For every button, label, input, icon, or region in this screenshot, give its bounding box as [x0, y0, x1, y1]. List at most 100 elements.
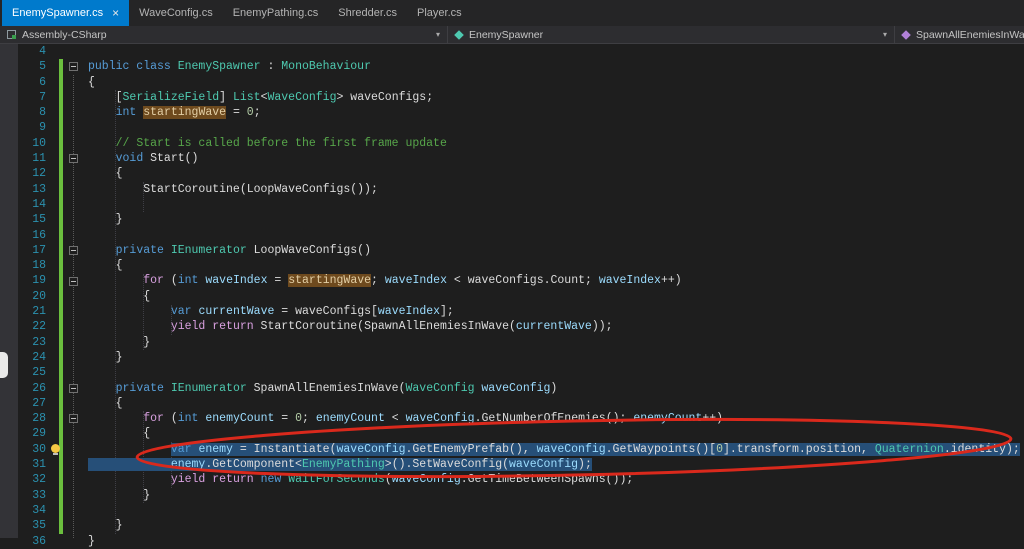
line-number: 19 — [32, 274, 46, 288]
line-number: 8 — [39, 106, 46, 120]
tab-label: Shredder.cs — [338, 7, 397, 19]
line-number: 31 — [32, 458, 46, 472]
tab-player-cs[interactable]: Player.cs — [407, 0, 472, 26]
fold-column — [66, 289, 81, 304]
code-token: EnemyPathing — [301, 458, 385, 472]
fold-column — [66, 304, 81, 319]
line-number: 7 — [39, 90, 46, 104]
code-token: 0 — [295, 412, 303, 426]
fold-column — [66, 411, 81, 426]
change-bar — [59, 196, 63, 213]
line-number: 16 — [32, 228, 46, 242]
change-bar — [59, 120, 63, 136]
code-token: Quaternion — [874, 442, 944, 456]
code-text: for (int enemyCount = 0; enemyCount < wa… — [88, 411, 723, 426]
change-bar — [59, 166, 63, 182]
type-dropdown[interactable]: EnemySpawner ▾ — [448, 26, 895, 43]
tab-label: Player.cs — [417, 7, 462, 19]
project-icon — [7, 30, 16, 39]
tab-strip: EnemySpawner.cs × WaveConfig.cs EnemyPathin… — [2, 0, 472, 26]
tab-enemypathing-cs[interactable]: EnemyPathing.cs — [223, 0, 329, 26]
tab-shredder-cs[interactable]: Shredder.cs — [328, 0, 407, 26]
code-line: 26 private IEnumerator SpawnAllEnemiesIn… — [0, 380, 1024, 396]
line-number: 35 — [32, 519, 46, 533]
code-token: IEnumerator — [170, 381, 247, 395]
change-bar — [59, 395, 63, 412]
fold-column — [66, 90, 81, 105]
code-token: startingWave — [288, 274, 372, 288]
line-number: 11 — [32, 152, 46, 166]
code-editor[interactable]: 4 5 public class EnemySpawner : MonoBehavi… — [0, 44, 1024, 548]
code-token: < waveConfigs.Count; — [446, 274, 599, 288]
change-bar — [59, 59, 63, 75]
line-number: 21 — [32, 305, 46, 319]
code-text: { — [88, 396, 123, 411]
code-token: public class — [88, 60, 178, 74]
code-text: } — [88, 335, 150, 350]
code-token: waveConfig — [405, 412, 475, 426]
fold-toggle-icon[interactable] — [69, 154, 78, 164]
tab-waveconfig-cs[interactable]: WaveConfig.cs — [129, 0, 223, 26]
fold-column — [66, 59, 81, 74]
change-bar — [59, 334, 63, 350]
close-icon[interactable]: × — [112, 7, 119, 19]
code-line: 17 private IEnumerator LoopWaveConfigs() — [0, 242, 1024, 259]
code-text: yield return StartCoroutine(SpawnAllEnem… — [88, 319, 613, 334]
project-dropdown[interactable]: Assembly-CSharp ▾ — [0, 26, 448, 43]
code-text: void Start() — [88, 151, 199, 166]
code-token: void — [115, 152, 144, 166]
code-token: { — [88, 427, 151, 441]
code-text: { — [88, 258, 123, 273]
fold-column — [66, 120, 81, 135]
code-token: enemyCount — [205, 412, 275, 426]
fold-toggle-icon[interactable] — [69, 62, 78, 72]
fold-toggle-icon[interactable] — [69, 246, 78, 255]
code-token: } — [88, 519, 123, 533]
change-bar — [59, 304, 63, 320]
code-line: 32 yield return new WaitForSeconds(waveC… — [0, 472, 1024, 488]
fold-toggle-icon[interactable] — [69, 383, 78, 393]
code-line: 4 — [0, 44, 1024, 59]
code-token: { — [88, 396, 123, 410]
code-token: WaveConfig — [267, 90, 337, 104]
code-token: ; — [302, 412, 316, 426]
code-token: = — [267, 274, 289, 288]
code-line: 12 { — [0, 166, 1024, 182]
code-token: ( — [384, 473, 392, 487]
change-bar — [59, 227, 63, 243]
code-token: EnemySpawner — [177, 60, 261, 74]
code-line: 21 var currentWave = waveConfigs[waveInd… — [0, 304, 1024, 320]
fold-column — [66, 442, 81, 457]
line-number: 30 — [32, 442, 46, 456]
code-token: startingWave — [143, 106, 227, 120]
code-line: 19 for (int waveIndex = startingWave; wa… — [0, 273, 1024, 289]
code-line: 28 for (int enemyCount = 0; enemyCount <… — [0, 411, 1024, 427]
code-token: ++) — [660, 274, 682, 288]
change-bar — [59, 74, 63, 90]
line-number: 17 — [32, 243, 46, 257]
code-token: { — [88, 75, 95, 89]
change-bar — [59, 288, 63, 305]
fold-column — [66, 105, 81, 120]
fold-column — [66, 75, 81, 90]
class-icon — [454, 29, 464, 40]
code-token: waveIndex — [377, 305, 441, 319]
code-token: List — [232, 90, 261, 104]
fold-toggle-icon[interactable] — [69, 276, 78, 286]
code-lines: 4 5 public class EnemySpawner : MonoBehavi… — [0, 44, 1024, 549]
fold-toggle-icon[interactable] — [69, 414, 78, 424]
lightbulb-icon[interactable] — [51, 443, 60, 455]
fold-column — [66, 518, 81, 533]
code-token: currentWave — [515, 320, 592, 334]
change-bar — [59, 258, 63, 274]
change-bar — [59, 349, 63, 366]
change-bar — [59, 365, 63, 381]
code-text: var currentWave = waveConfigs[waveIndex]… — [88, 304, 454, 319]
change-bar — [59, 411, 63, 427]
tab-enemyspawner-cs[interactable]: EnemySpawner.cs × — [2, 0, 130, 26]
code-token: { — [88, 167, 123, 181]
code-token: ) — [550, 381, 558, 395]
member-dropdown[interactable]: SpawnAllEnemiesInWave(Wa — [895, 26, 1024, 43]
code-line: 18 { — [0, 258, 1024, 274]
